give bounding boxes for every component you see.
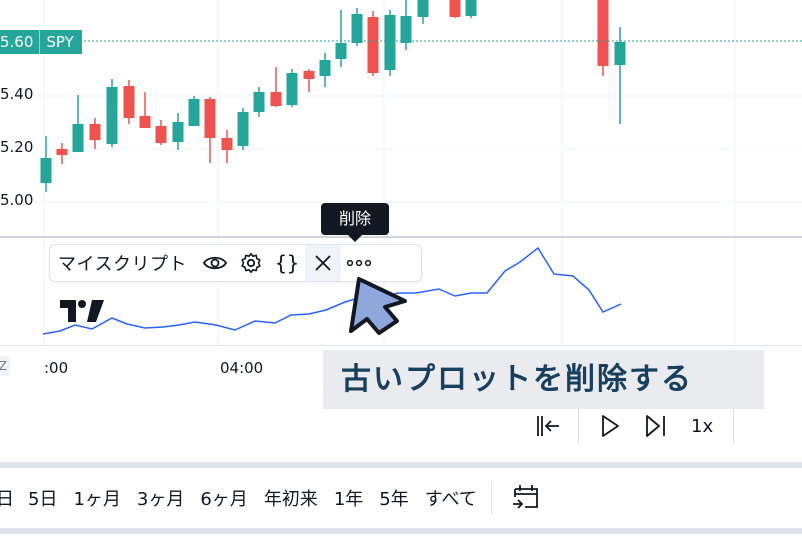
candle-body xyxy=(155,126,167,143)
eye-icon xyxy=(202,256,228,270)
replay-controls: 1x xyxy=(524,403,742,449)
divider xyxy=(0,528,802,534)
range-1y[interactable]: 1年 xyxy=(334,485,363,511)
candle-body xyxy=(188,99,200,126)
range-5y[interactable]: 5年 xyxy=(379,485,408,511)
candle-body xyxy=(449,0,461,17)
visibility-button[interactable] xyxy=(197,245,233,281)
candle-body xyxy=(237,112,249,146)
range-6m[interactable]: 6ヶ月 xyxy=(200,485,247,511)
candle-body xyxy=(139,116,151,128)
candle-body xyxy=(270,92,282,106)
candle-body xyxy=(40,158,52,183)
separator xyxy=(733,408,735,444)
settings-button[interactable] xyxy=(233,245,269,281)
candle-body xyxy=(89,124,101,140)
tooltip-arrow xyxy=(348,235,362,242)
jump-to-start-button[interactable] xyxy=(524,403,570,449)
speed-button[interactable]: 1x xyxy=(679,416,725,437)
jump-to-start-icon xyxy=(537,416,559,436)
candle-body xyxy=(123,86,135,118)
candle-body xyxy=(106,87,118,144)
braces-icon: {} xyxy=(274,251,300,275)
time-label: :00 xyxy=(44,359,69,377)
candle-body xyxy=(400,16,412,43)
more-icon xyxy=(346,259,372,267)
indicator-name[interactable]: マイスクリプト xyxy=(58,250,187,276)
candle-body xyxy=(72,124,84,152)
candle-body xyxy=(335,43,347,59)
candle-body xyxy=(319,60,331,76)
time-label: 04:00 xyxy=(220,359,264,377)
candle-body xyxy=(465,0,477,16)
candle-body xyxy=(286,73,298,105)
range-1d[interactable]: 日 xyxy=(0,485,14,511)
range-bar: 日 5日 1ヶ月 3ヶ月 6ヶ月 年初来 1年 5年 すべて xyxy=(0,472,802,524)
step-forward-icon xyxy=(646,415,665,437)
pointer-arrow-icon xyxy=(349,277,407,335)
candle-body xyxy=(597,0,609,66)
last-price-value: 5.60 xyxy=(0,33,34,51)
separator xyxy=(490,482,492,514)
candle-body xyxy=(614,42,626,65)
candle-body xyxy=(204,99,216,138)
candle-body xyxy=(367,17,379,73)
go-to-date-button[interactable] xyxy=(506,478,546,518)
price-label: 5.20 xyxy=(0,138,36,156)
caption-banner: 古いプロットを削除する xyxy=(323,350,764,409)
calendar-go-to-icon xyxy=(512,485,538,509)
candle-body xyxy=(303,71,315,79)
step-forward-button[interactable] xyxy=(633,403,679,449)
delete-tooltip: 削除 xyxy=(321,203,389,235)
range-all[interactable]: すべて xyxy=(425,485,477,511)
symbol-label: SPY xyxy=(39,30,81,54)
candle-body xyxy=(56,149,68,155)
candle-body xyxy=(384,15,396,70)
last-price-tag: 5.60 SPY xyxy=(0,30,82,54)
range-1m[interactable]: 1ヶ月 xyxy=(73,485,120,511)
separator xyxy=(578,408,579,444)
remove-button[interactable] xyxy=(304,245,341,281)
candle-body xyxy=(172,122,184,142)
play-icon xyxy=(602,415,619,437)
tradingview-logo xyxy=(60,300,104,322)
range-ytd[interactable]: 年初来 xyxy=(264,485,318,511)
price-label: 5.00 xyxy=(0,191,36,209)
price-label: 5.40 xyxy=(0,85,36,103)
timezone-badge[interactable]: Z xyxy=(0,356,10,376)
range-3m[interactable]: 3ヶ月 xyxy=(137,485,184,511)
close-icon xyxy=(315,255,331,271)
candle-body xyxy=(253,92,265,112)
chart-area[interactable]: 5.60 SPY 5.40 5.20 5.00 マイスクリプト {} 削除 Z … xyxy=(0,0,802,388)
candle-body xyxy=(221,138,233,150)
divider xyxy=(0,462,802,468)
play-button[interactable] xyxy=(587,403,633,449)
range-5d[interactable]: 5日 xyxy=(28,485,57,511)
candle-body xyxy=(351,14,363,43)
source-code-button[interactable]: {} xyxy=(269,245,305,281)
gear-icon xyxy=(241,253,261,273)
candle-body xyxy=(417,0,429,17)
